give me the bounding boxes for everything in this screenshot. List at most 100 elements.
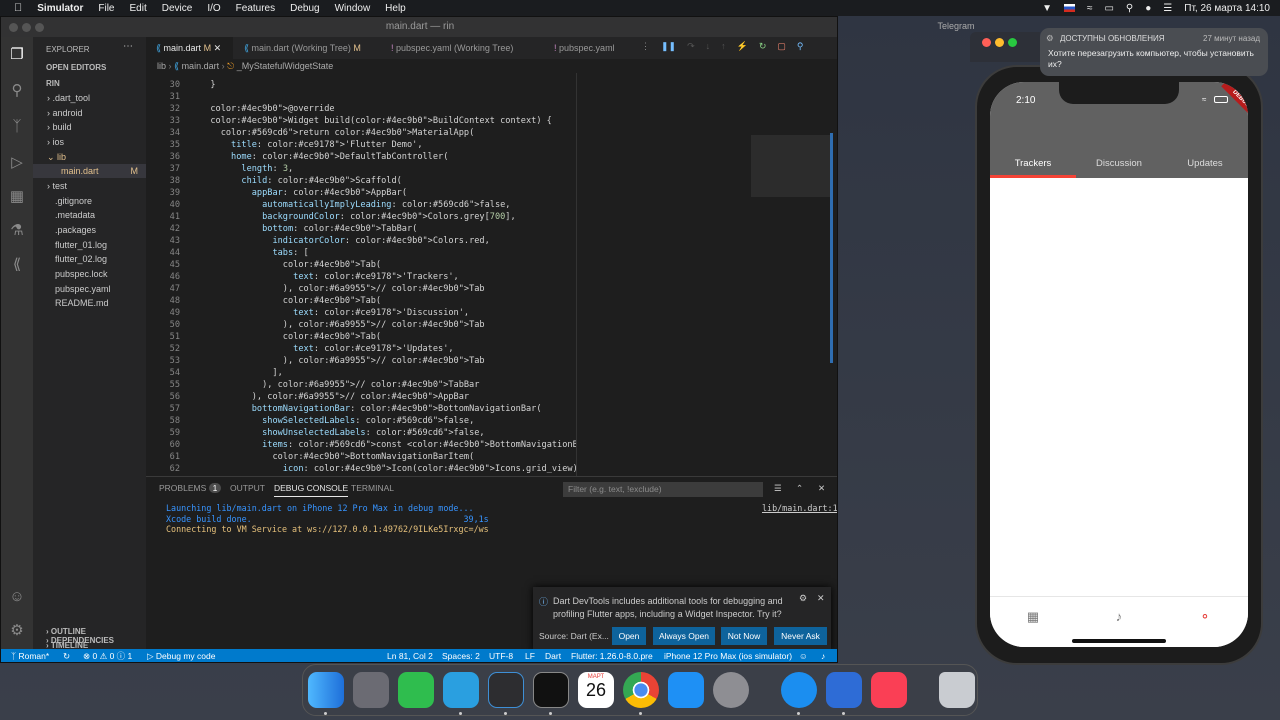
- tree-item[interactable]: flutter_02.log: [55, 252, 107, 266]
- explorer-icon[interactable]: ❐: [7, 45, 27, 65]
- account-status-icon[interactable]: ☺: [799, 649, 808, 662]
- eol-status[interactable]: LF: [525, 649, 535, 662]
- safari-icon[interactable]: [781, 672, 817, 708]
- xcode-icon[interactable]: [826, 672, 862, 708]
- code-line[interactable]: automaticallyImplyLeading: color:#569cd6…: [200, 199, 510, 211]
- code-line[interactable]: ), color:#6a9955">// color:#4ec9b0">AppB…: [200, 391, 469, 403]
- indentation-status[interactable]: Spaces: 2: [442, 649, 480, 662]
- step-over-icon[interactable]: ↷: [687, 41, 695, 55]
- stop-icon[interactable]: ▢: [777, 41, 786, 55]
- code-line[interactable]: color:#4ec9b0">Widget build(color:#4ec9b…: [200, 115, 552, 127]
- telegram-icon[interactable]: [443, 672, 479, 708]
- tab-discussion[interactable]: Discussion: [1076, 158, 1162, 169]
- code-line[interactable]: title: color:#ce9178">'Flutter Demo',: [200, 139, 422, 151]
- code-line[interactable]: appBar: color:#4ec9b0">AppBar(: [200, 187, 407, 199]
- code-line[interactable]: ), color:#6a9955">// color:#4ec9b0">Tab: [200, 283, 485, 295]
- apple-menu-icon[interactable]: : [14, 2, 22, 14]
- tab-main-dart[interactable]: ⟪ main.dart M ✕: [146, 37, 233, 59]
- minimize-window-button[interactable]: [995, 38, 1004, 47]
- code-line[interactable]: length: 3,: [200, 163, 293, 175]
- git-branch-status[interactable]: ᛉ Roman*: [11, 649, 49, 662]
- extensions-icon[interactable]: ▦: [7, 187, 27, 207]
- update-notification-banner[interactable]: ⚙ ДОСТУПНЫ ОБНОВЛЕНИЯ 27 минут назад Хот…: [1040, 28, 1268, 76]
- account-icon[interactable]: ☺: [7, 587, 27, 607]
- code-line[interactable]: ), color:#6a9955">// color:#4ec9b0">Tab: [200, 355, 485, 367]
- maximize-panel-icon[interactable]: ⌃: [796, 483, 803, 494]
- code-line[interactable]: color:#4ec9b0">BottomNavigationBarItem(: [200, 451, 474, 463]
- code-line[interactable]: color:#4ec9b0">Tab(: [200, 295, 381, 307]
- flag-icon[interactable]: [1063, 4, 1075, 12]
- always-open-button[interactable]: Always Open: [653, 627, 715, 645]
- menu-io[interactable]: I/O: [207, 3, 220, 14]
- finder-icon[interactable]: [308, 672, 344, 708]
- pause-icon[interactable]: ❚❚: [661, 41, 676, 55]
- tree-item[interactable]: › build: [47, 120, 146, 134]
- tree-item[interactable]: .gitignore: [55, 194, 92, 208]
- close-icon[interactable]: ✕: [214, 43, 222, 53]
- tab-debug-console[interactable]: DEBUG CONSOLE: [274, 483, 349, 497]
- zoom-window-button[interactable]: [35, 23, 44, 32]
- breadcrumb-symbol[interactable]: _MyStatefulWidgetState: [237, 61, 334, 71]
- trash-icon[interactable]: [939, 672, 975, 708]
- source-link[interactable]: lib/main.dart:1: [762, 503, 837, 513]
- calendar-icon[interactable]: МАРТ 26: [578, 672, 614, 708]
- debug-status[interactable]: ▷ Debug my code: [147, 649, 215, 662]
- source-control-icon[interactable]: ᛉ: [7, 117, 27, 137]
- control-center-icon[interactable]: ☰: [1163, 3, 1172, 14]
- tree-item[interactable]: pubspec.yaml: [55, 282, 111, 296]
- search-icon[interactable]: ⚲: [7, 81, 27, 101]
- tab-output[interactable]: OUTPUT: [230, 483, 265, 493]
- tab-trackers[interactable]: Trackers: [990, 158, 1076, 169]
- code-line[interactable]: icon: color:#4ec9b0">Icon(color:#4ec9b0"…: [200, 463, 576, 475]
- code-line[interactable]: text: color:#ce9178">'Discussion',: [200, 307, 469, 319]
- menu-file[interactable]: File: [98, 3, 114, 14]
- outline-section[interactable]: › OUTLINE: [46, 627, 86, 636]
- tab-problems[interactable]: PROBLEMS 1: [159, 483, 222, 493]
- tab-pubspec-working-tree[interactable]: ! pubspec.yaml (Working Tree): [391, 37, 536, 59]
- tree-item[interactable]: › android: [47, 106, 146, 120]
- run-debug-icon[interactable]: ▷: [7, 153, 27, 173]
- not-now-button[interactable]: Not Now: [721, 627, 767, 645]
- battery-icon[interactable]: ▭: [1104, 3, 1113, 14]
- problems-status[interactable]: ⊗ 0 ⚠ 0 ⓘ 1: [83, 649, 132, 662]
- minimap-slider[interactable]: [751, 135, 831, 197]
- sync-icon[interactable]: ↻: [63, 649, 70, 662]
- open-button[interactable]: Open: [612, 627, 646, 645]
- vpn-icon[interactable]: ▼: [1042, 3, 1052, 14]
- tree-item[interactable]: README.md: [55, 296, 109, 310]
- flutter-icon[interactable]: ⟪: [7, 255, 27, 275]
- open-editors-section[interactable]: OPEN EDITORS: [46, 63, 106, 72]
- tree-item[interactable]: flutter_01.log: [55, 238, 107, 252]
- console-filter-input[interactable]: Filter (e.g. text, !exclude): [563, 482, 763, 497]
- search-icon[interactable]: ⚲: [1126, 3, 1133, 14]
- app-store-icon[interactable]: [668, 672, 704, 708]
- code-editor[interactable]: 30 } 31 32 color:#4ec9b0">@override 33 colo…: [146, 73, 576, 476]
- encoding-status[interactable]: UTF-8: [489, 649, 513, 662]
- terminal-icon[interactable]: [533, 672, 569, 708]
- code-line[interactable]: backgroundColor: color:#4ec9b0">Colors.g…: [200, 211, 516, 223]
- menu-app-name[interactable]: Simulator: [37, 3, 83, 14]
- minimap[interactable]: [751, 73, 833, 476]
- testing-icon[interactable]: ⚗: [7, 221, 27, 241]
- tab-pubspec[interactable]: ! pubspec.yaml: [554, 37, 634, 59]
- vscode-icon[interactable]: [488, 672, 524, 708]
- device-status[interactable]: iPhone 12 Pro Max (ios simulator): [664, 649, 792, 662]
- system-preferences-icon[interactable]: [713, 672, 749, 708]
- breadcrumb-lib[interactable]: lib: [157, 61, 166, 71]
- code-line[interactable]: ],: [200, 367, 282, 379]
- facetime-icon[interactable]: [398, 672, 434, 708]
- restart-icon[interactable]: ↻: [759, 41, 767, 55]
- menu-debug[interactable]: Debug: [290, 3, 319, 14]
- code-line[interactable]: ), color:#6a9955">// color:#4ec9b0">Tab: [200, 319, 485, 331]
- menu-window[interactable]: Window: [335, 3, 371, 14]
- tab-view-body[interactable]: [990, 178, 1248, 596]
- user-icon[interactable]: ●: [1145, 3, 1151, 14]
- menu-help[interactable]: Help: [385, 3, 406, 14]
- tree-item[interactable]: › .dart_tool: [47, 91, 146, 105]
- code-line[interactable]: items: color:#569cd6">const <color:#4ec9…: [200, 439, 576, 451]
- code-line[interactable]: }: [200, 79, 215, 91]
- cursor-position[interactable]: Ln 81, Col 2: [387, 649, 433, 662]
- menu-device[interactable]: Device: [162, 3, 193, 14]
- zoom-window-button[interactable]: [1008, 38, 1017, 47]
- flutter-version-status[interactable]: Flutter: 1.26.0-8.0.pre: [571, 649, 653, 662]
